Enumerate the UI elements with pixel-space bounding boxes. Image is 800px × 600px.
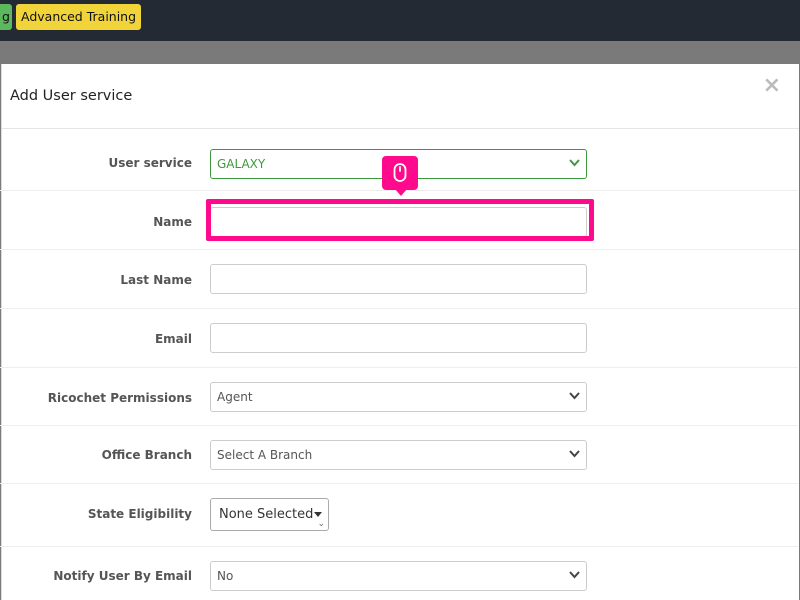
row-last-name: Last Name bbox=[0, 250, 798, 309]
state-value: None Selected bbox=[219, 507, 314, 522]
chevron-down-icon bbox=[569, 150, 580, 178]
notify-select[interactable]: No bbox=[210, 561, 587, 591]
state-label: State Eligibility bbox=[87, 507, 192, 521]
row-state: State Eligibility None Selected ⌄ bbox=[0, 484, 798, 547]
nav-tag-partial[interactable]: g bbox=[0, 4, 12, 30]
modal-title: Add User service bbox=[10, 88, 133, 104]
advanced-training-tag[interactable]: Advanced Training bbox=[16, 4, 142, 30]
modal-header: Add User service × bbox=[2, 64, 799, 129]
last-name-label: Last Name bbox=[120, 273, 192, 287]
user-service-label: User service bbox=[108, 156, 192, 170]
chevron-down-icon bbox=[569, 562, 580, 590]
branch-value: Select A Branch bbox=[217, 448, 313, 462]
last-name-input[interactable] bbox=[210, 264, 587, 294]
email-label: Email bbox=[154, 332, 192, 346]
name-label: Name bbox=[153, 215, 192, 229]
chevron-down-icon bbox=[569, 383, 580, 411]
mouse-click-badge bbox=[382, 156, 418, 196]
permissions-label: Ricochet Permissions bbox=[47, 391, 192, 405]
email-input[interactable] bbox=[210, 323, 587, 353]
notify-value: No bbox=[217, 569, 234, 583]
focus-highlight bbox=[206, 199, 594, 241]
chevron-down-icon bbox=[569, 441, 580, 469]
top-navbar: g Advanced Training bbox=[0, 0, 800, 41]
permissions-select[interactable]: Agent bbox=[210, 382, 587, 412]
user-service-value: GALAXY bbox=[217, 157, 266, 171]
state-multiselect-button[interactable]: None Selected ⌄ bbox=[210, 498, 329, 531]
row-notify: Notify User By Email No bbox=[0, 547, 798, 600]
row-email: Email bbox=[0, 309, 798, 368]
row-permissions: Ricochet Permissions Agent bbox=[0, 368, 798, 426]
modal-backdrop bbox=[0, 41, 800, 64]
mouse-icon bbox=[393, 163, 407, 182]
branch-label: Office Branch bbox=[101, 448, 192, 462]
caret-down-icon bbox=[314, 512, 322, 517]
row-branch: Office Branch Select A Branch bbox=[0, 426, 798, 484]
permissions-value: Agent bbox=[217, 390, 253, 404]
notify-label: Notify User By Email bbox=[53, 569, 192, 583]
branch-select[interactable]: Select A Branch bbox=[210, 440, 587, 470]
chevron-down-icon: ⌄ bbox=[317, 519, 325, 529]
close-icon[interactable]: × bbox=[763, 75, 781, 97]
